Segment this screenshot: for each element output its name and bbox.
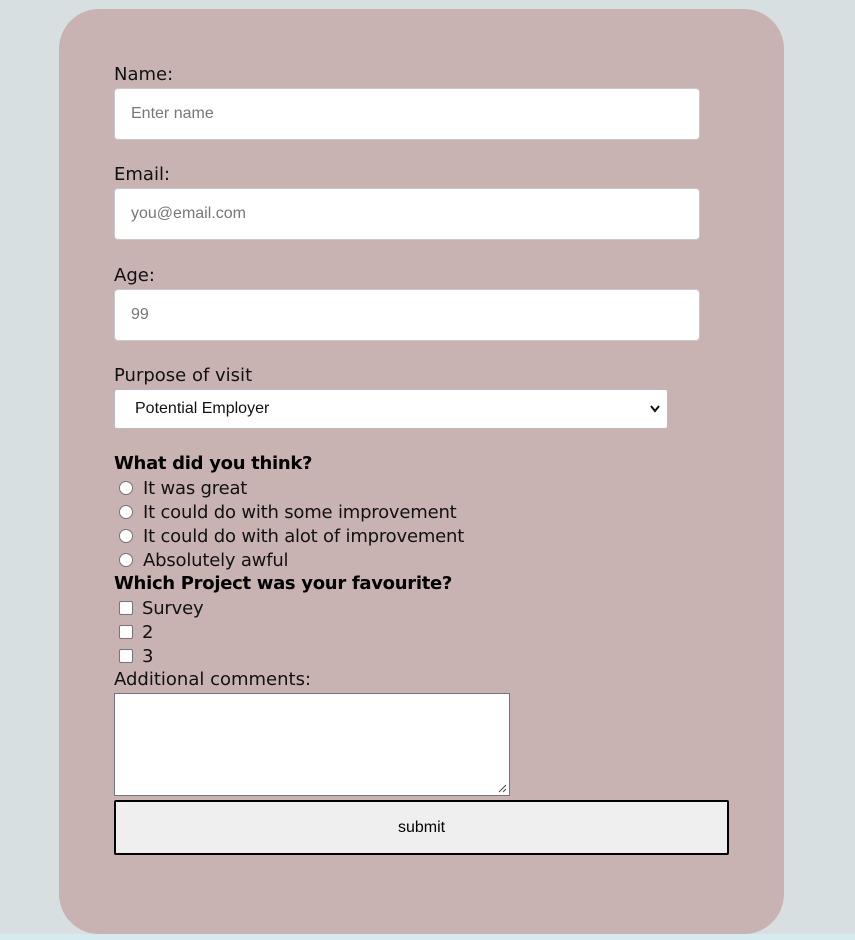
page-bottom-strip: [0, 934, 855, 940]
projects-heading: Which Project was your favourite?: [114, 573, 453, 594]
purpose-select[interactable]: Potential Employer: [114, 389, 668, 429]
radio-button[interactable]: [119, 553, 133, 567]
chevron-down-icon: [650, 405, 660, 413]
age-input[interactable]: [114, 289, 700, 341]
feedback-option-label: It was great: [143, 477, 248, 499]
feedback-option-label: It could do with some improvement: [143, 501, 457, 523]
project-option-label: 2: [142, 621, 154, 643]
feedback-option-awful[interactable]: Absolutely awful: [119, 549, 289, 571]
feedback-heading: What did you think?: [114, 453, 313, 474]
feedback-option-label: It could do with alot of improvement: [143, 525, 465, 547]
feedback-option-great[interactable]: It was great: [119, 477, 247, 499]
email-input[interactable]: [114, 188, 700, 240]
resize-grip-icon[interactable]: [497, 783, 507, 793]
feedback-option-alot-improvement[interactable]: It could do with alot of improvement: [119, 525, 464, 547]
purpose-label: Purpose of visit: [114, 365, 253, 386]
age-label: Age:: [114, 265, 155, 286]
submit-button[interactable]: submit: [114, 800, 729, 855]
project-option-label: Survey: [142, 597, 204, 619]
comments-textarea[interactable]: [114, 693, 510, 796]
project-option-3[interactable]: 3: [119, 645, 153, 667]
comments-label: Additional comments:: [114, 669, 312, 690]
survey-form-card: Name: Email: Age: Purpose of visit Poten…: [59, 9, 784, 934]
project-option-survey[interactable]: Survey: [119, 597, 204, 619]
feedback-option-some-improvement[interactable]: It could do with some improvement: [119, 501, 457, 523]
email-label: Email:: [114, 164, 171, 185]
purpose-selected-value: Potential Employer: [135, 400, 270, 417]
name-label: Name:: [114, 64, 174, 85]
radio-button[interactable]: [119, 529, 133, 543]
radio-button[interactable]: [119, 481, 133, 495]
project-option-2[interactable]: 2: [119, 621, 153, 643]
project-option-label: 3: [142, 645, 154, 667]
checkbox[interactable]: [119, 601, 133, 615]
feedback-option-label: Absolutely awful: [143, 549, 289, 571]
checkbox[interactable]: [119, 625, 133, 639]
name-input[interactable]: [114, 88, 700, 140]
radio-button[interactable]: [119, 505, 133, 519]
checkbox[interactable]: [119, 649, 133, 663]
